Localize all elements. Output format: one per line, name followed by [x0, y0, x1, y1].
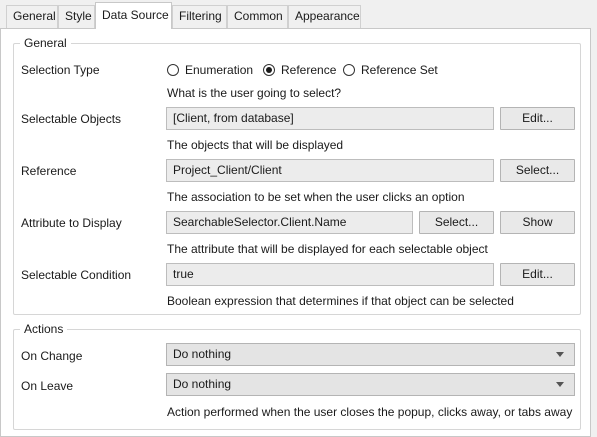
chevron-down-icon [556, 382, 564, 387]
selectable-objects-field[interactable]: [Client, from database] [166, 107, 494, 130]
attribute-select-button[interactable]: Select... [419, 211, 494, 234]
tab-data-source[interactable]: Data Source [95, 2, 172, 29]
selectable-objects-label: Selectable Objects [21, 112, 122, 126]
radio-reference-circle[interactable] [263, 64, 275, 76]
on-leave-label: On Leave [21, 379, 74, 393]
radio-reference-set-circle[interactable] [343, 64, 355, 76]
on-leave-select[interactable]: Do nothing [166, 373, 575, 396]
tab-general[interactable]: General [6, 5, 58, 28]
selectable-objects-edit-button[interactable]: Edit... [500, 107, 575, 130]
radio-reference[interactable]: Reference [263, 62, 336, 78]
selectable-condition-help: Boolean expression that determines if th… [167, 294, 514, 308]
attribute-to-display-help: The attribute that will be displayed for… [167, 242, 488, 256]
selectable-objects-help: The objects that will be displayed [167, 138, 344, 152]
selectable-condition-field[interactable]: true [166, 263, 494, 286]
general-group-title: General [20, 35, 71, 51]
radio-enumeration-label: Enumeration [185, 63, 254, 77]
reference-label: Reference [21, 164, 77, 178]
actions-help: Action performed when the user closes th… [167, 405, 573, 419]
on-change-label: On Change [21, 349, 83, 363]
chevron-down-icon [556, 352, 564, 357]
tab-bar: General Style Data Source Filtering Comm… [0, 0, 597, 29]
radio-enumeration-circle[interactable] [167, 64, 179, 76]
actions-group-title: Actions [20, 321, 68, 337]
radio-enumeration[interactable]: Enumeration [167, 62, 253, 78]
attribute-to-display-label: Attribute to Display [21, 216, 122, 230]
reference-help: The association to be set when the user … [167, 190, 465, 204]
reference-field[interactable]: Project_Client/Client [166, 159, 494, 182]
radio-reference-label: Reference [281, 63, 337, 77]
tab-appearance[interactable]: Appearance [288, 5, 361, 28]
radio-reference-set[interactable]: Reference Set [343, 62, 438, 78]
on-leave-value: Do nothing [173, 377, 232, 391]
data-source-panel: General Selection Type Enumeration Refer… [0, 28, 591, 437]
selectable-condition-label: Selectable Condition [21, 268, 132, 282]
on-change-select[interactable]: Do nothing [166, 343, 575, 366]
radio-reference-set-label: Reference Set [361, 63, 438, 77]
selection-type-label: Selection Type [21, 63, 100, 77]
tab-style[interactable]: Style [58, 5, 95, 28]
selection-type-help: What is the user going to select? [167, 86, 342, 100]
attribute-to-display-field[interactable]: SearchableSelector.Client.Name [166, 211, 413, 234]
reference-select-button[interactable]: Select... [500, 159, 575, 182]
tab-filtering[interactable]: Filtering [172, 5, 227, 28]
on-change-value: Do nothing [173, 347, 232, 361]
tab-common[interactable]: Common [227, 5, 288, 28]
selectable-condition-edit-button[interactable]: Edit... [500, 263, 575, 286]
attribute-show-button[interactable]: Show [500, 211, 575, 234]
